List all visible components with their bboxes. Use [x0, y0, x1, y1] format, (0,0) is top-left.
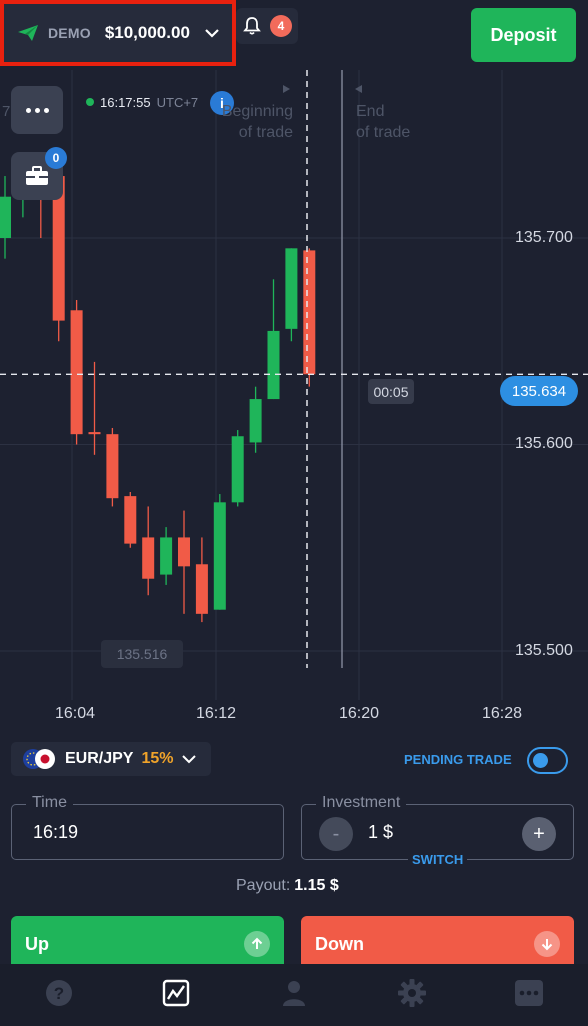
candle-body — [231, 436, 244, 503]
candle-body — [124, 496, 137, 544]
countdown-label: 00:05 — [368, 379, 414, 404]
up-button-label: Up — [25, 933, 49, 954]
chevron-down-icon — [181, 754, 196, 763]
x-tick-label: 16:20 — [339, 705, 380, 722]
end-of-trade-label: End of trade — [356, 101, 410, 143]
candle-body — [213, 502, 226, 610]
candle-body — [106, 434, 119, 499]
payout-label: Payout: — [236, 877, 291, 894]
toggle-knob — [533, 753, 548, 768]
asset-selector[interactable]: EUR/JPY 15% — [11, 742, 211, 776]
investment-field-legend: Investment — [316, 794, 407, 812]
candle-body — [142, 537, 155, 579]
begin-line-1: Beginning — [221, 103, 293, 120]
pending-trade-toggle[interactable] — [527, 747, 568, 774]
candle-body — [195, 564, 208, 614]
profile-icon — [282, 981, 305, 1006]
nav-help[interactable]: ? — [39, 973, 79, 1013]
x-tick-label: 16:28 — [482, 705, 523, 722]
asset-name: EUR/JPY — [65, 750, 134, 767]
dot-icon — [34, 107, 40, 113]
y-tick-label: 135.500 — [515, 642, 573, 659]
decrease-investment-button[interactable]: - — [319, 817, 353, 851]
trade-start-flag-icon — [283, 85, 290, 93]
chevron-down-icon — [205, 29, 219, 38]
x-tick-label: 16:04 — [55, 705, 96, 722]
account-selector[interactable]: DEMO $10,000.00 — [0, 0, 236, 66]
account-balance: $10,000.00 — [104, 23, 190, 42]
dot-icon — [43, 107, 49, 113]
more-icon — [515, 980, 544, 1006]
candle-body — [303, 250, 316, 375]
server-clock: 16:17:55 UTC+7 — [86, 92, 198, 112]
end-line-1: End — [356, 103, 385, 120]
investment-field[interactable]: Investment - 1 $ + SWITCH — [301, 794, 574, 867]
nav-settings[interactable] — [392, 973, 432, 1013]
pending-trade-label: PENDING TRADE — [404, 752, 512, 767]
clock-time: 16:17:55 — [100, 94, 151, 110]
arrow-up-icon — [244, 931, 270, 957]
svg-text:?: ? — [54, 984, 64, 1003]
switch-currency-button[interactable]: SWITCH — [408, 852, 468, 867]
candle-body — [178, 537, 190, 567]
nav-more[interactable] — [509, 973, 549, 1013]
nav-profile[interactable] — [274, 973, 314, 1013]
begin-line-2: of trade — [238, 124, 293, 141]
chart-menu-button[interactable] — [11, 86, 63, 134]
paper-plane-icon — [18, 25, 38, 41]
partial-price-label: 7 — [2, 103, 10, 120]
candle-body — [160, 537, 173, 575]
dot-icon — [25, 107, 31, 113]
y-tick-label: 135.700 — [515, 229, 573, 246]
candle-body — [70, 310, 83, 435]
notification-count-badge: 4 — [270, 15, 292, 37]
candle-body — [0, 196, 11, 238]
down-button-label: Down — [315, 933, 364, 954]
time-field[interactable]: Time 16:19 — [11, 794, 284, 860]
candle-body — [249, 399, 262, 443]
time-field-legend: Time — [26, 794, 73, 812]
help-icon: ? — [45, 980, 72, 1006]
payout-value: 1.15 $ — [294, 877, 339, 894]
briefcase-icon — [26, 166, 48, 185]
nav-chart[interactable] — [156, 973, 196, 1013]
beginning-of-trade-label: Beginning of trade — [216, 101, 293, 143]
candlestick-chart: 7 — [0, 70, 588, 700]
candle-body — [267, 330, 280, 400]
notifications-button[interactable]: 4 — [236, 8, 298, 44]
bell-icon — [243, 17, 261, 35]
candle-body — [285, 248, 298, 329]
settings-icon — [397, 979, 426, 1007]
y-tick-label: 135.600 — [515, 435, 573, 452]
arrow-down-icon — [534, 931, 560, 957]
low-price-marker: 135.516 — [101, 640, 183, 668]
x-tick-label: 16:12 — [196, 705, 237, 722]
end-line-2: of trade — [356, 124, 411, 141]
live-indicator-icon — [86, 98, 94, 106]
payout-row: Payout: 1.15 $ — [236, 877, 339, 895]
account-mode: DEMO — [48, 25, 91, 41]
investment-value[interactable]: 1 $ — [368, 822, 393, 843]
asset-payout-percent: 15% — [141, 750, 174, 767]
candle-body — [88, 432, 101, 435]
deposit-button[interactable]: Deposit — [471, 8, 576, 62]
time-value[interactable]: 16:19 — [33, 822, 78, 843]
top-bar: DEMO $10,000.00 4 Deposit — [0, 0, 588, 70]
clock-timezone: UTC+7 — [156, 94, 199, 110]
eur-jpy-flag-icon — [23, 749, 55, 769]
chart-icon — [163, 979, 190, 1007]
increase-investment-button[interactable]: + — [522, 817, 556, 851]
current-price-label: 135.634 — [500, 376, 578, 406]
open-trades-count-badge: 0 — [45, 147, 67, 169]
price-chart[interactable]: 7 — [0, 70, 588, 730]
bottom-navigation: ? — [0, 964, 588, 1026]
